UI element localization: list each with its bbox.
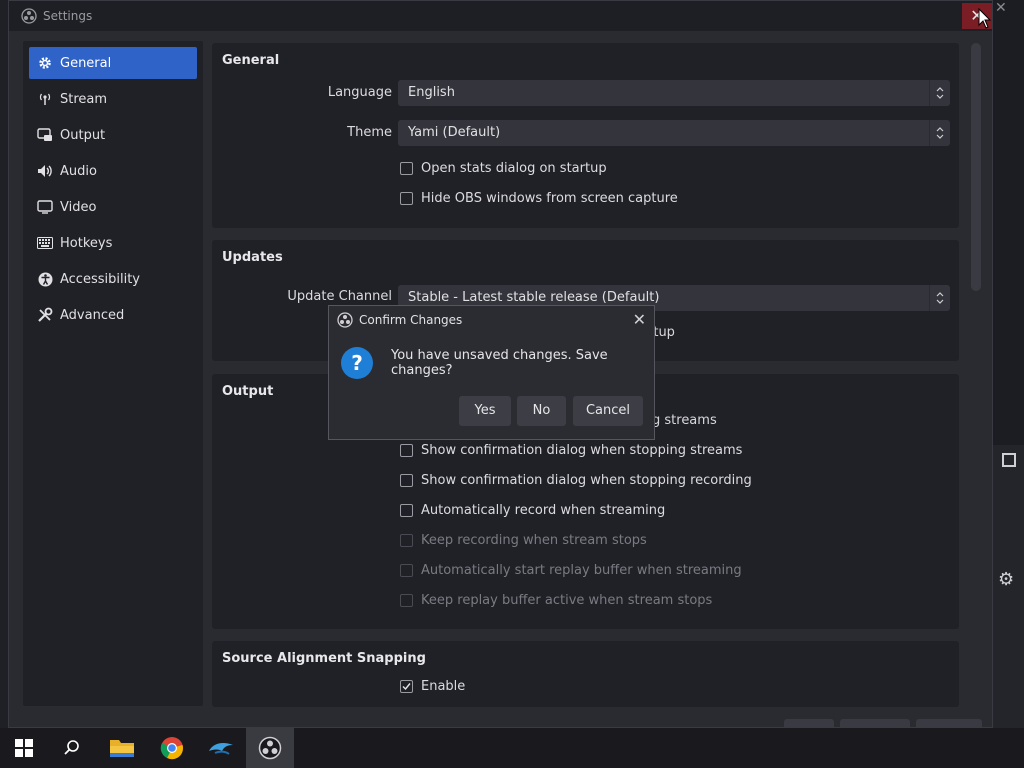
sidebar-item-hotkeys[interactable]: Hotkeys xyxy=(29,227,197,259)
checkbox-box[interactable] xyxy=(400,504,413,517)
sidebar-item-label: Accessibility xyxy=(60,271,140,287)
settings-sidebar: General Stream Output Audio Video Hotkey… xyxy=(23,41,203,706)
sidebar-item-general[interactable]: General xyxy=(29,47,197,79)
speaker-icon xyxy=(37,163,53,179)
output-icon xyxy=(37,127,53,143)
language-value: English xyxy=(408,85,455,100)
accessibility-icon xyxy=(37,271,53,287)
gear-icon xyxy=(37,55,53,71)
background-close-icon: ✕ xyxy=(995,0,1007,16)
taskbar xyxy=(0,728,1024,768)
hide-obs-checkbox[interactable]: Hide OBS windows from screen capture xyxy=(400,191,678,206)
question-icon: ? xyxy=(341,347,373,379)
checkmark-icon xyxy=(402,683,411,691)
keyboard-icon xyxy=(37,235,53,251)
general-section: General Language English Theme Yami (Def… xyxy=(212,43,959,228)
updown-arrow-icon xyxy=(929,120,950,146)
sidebar-item-label: Hotkeys xyxy=(60,235,113,251)
language-label: Language xyxy=(327,85,392,100)
no-button[interactable]: No xyxy=(517,396,566,426)
partially-hidden-text: g streams xyxy=(652,413,717,428)
background-app-fragment xyxy=(0,0,8,728)
checkbox-label: Show confirmation dialog when stopping s… xyxy=(421,443,743,458)
dialog-close-button[interactable]: ✕ xyxy=(633,310,646,329)
updown-arrow-icon xyxy=(929,285,950,311)
gear-icon[interactable]: ⚙ xyxy=(998,569,1014,590)
obs-logo-icon xyxy=(337,312,353,328)
theme-label: Theme xyxy=(347,125,392,140)
dolphin-icon[interactable] xyxy=(197,728,245,768)
window-title: Settings xyxy=(43,9,93,23)
sidebar-item-output[interactable]: Output xyxy=(29,119,197,151)
open-stats-checkbox[interactable]: Open stats dialog on startup xyxy=(400,161,607,176)
search-icon[interactable] xyxy=(48,728,96,768)
checkbox-box[interactable] xyxy=(400,162,413,175)
checkbox-box[interactable] xyxy=(400,474,413,487)
update-channel-label: Update Channel xyxy=(287,289,392,304)
sidebar-item-stream[interactable]: Stream xyxy=(29,83,197,115)
sidebar-item-video[interactable]: Video xyxy=(29,191,197,223)
checkbox-box xyxy=(400,564,413,577)
snapping-section: Source Alignment Snapping Enable xyxy=(212,641,959,707)
section-title: General xyxy=(222,53,280,68)
confirm-stop-streams-checkbox[interactable]: Show confirmation dialog when stopping s… xyxy=(400,443,742,458)
tools-icon xyxy=(37,307,53,323)
checkbox-box[interactable] xyxy=(400,680,413,693)
window-layout-icon[interactable] xyxy=(1002,453,1016,467)
checkbox-box xyxy=(400,594,413,607)
section-title: Output xyxy=(222,384,274,399)
checkbox-label: Enable xyxy=(421,679,466,694)
checkbox-box xyxy=(400,534,413,547)
confirm-stop-recording-checkbox[interactable]: Show confirmation dialog when stopping r… xyxy=(400,473,752,488)
dialog-message: You have unsaved changes. Save changes? xyxy=(391,348,608,378)
snapping-enable-checkbox[interactable]: Enable xyxy=(400,679,465,694)
yes-button[interactable]: Yes xyxy=(459,396,511,426)
confirm-changes-dialog: Confirm Changes ✕ ? You have unsaved cha… xyxy=(328,305,655,440)
sidebar-item-label: Video xyxy=(60,199,97,215)
auto-replay-buffer-checkbox: Automatically start replay buffer when s… xyxy=(400,563,742,578)
checkbox-label: Automatically record when streaming xyxy=(421,503,666,518)
sidebar-item-label: Audio xyxy=(60,163,97,179)
auto-record-checkbox[interactable]: Automatically record when streaming xyxy=(400,503,665,518)
sidebar-item-label: Stream xyxy=(60,91,108,107)
broadcast-icon xyxy=(37,91,53,107)
checkbox-label: Show confirmation dialog when stopping r… xyxy=(421,473,752,488)
sidebar-item-label: Advanced xyxy=(60,307,125,323)
mouse-cursor-icon xyxy=(978,8,992,29)
dialog-title: Confirm Changes xyxy=(359,313,463,327)
checkbox-box[interactable] xyxy=(400,444,413,457)
sidebar-item-label: General xyxy=(60,55,112,71)
checkbox-label: Keep recording when stream stops xyxy=(421,533,647,548)
checkbox-box[interactable] xyxy=(400,192,413,205)
checkbox-label: Keep replay buffer active when stream st… xyxy=(421,593,713,608)
theme-select[interactable]: Yami (Default) xyxy=(398,120,950,146)
updown-arrow-icon xyxy=(929,80,950,106)
sidebar-item-accessibility[interactable]: Accessibility xyxy=(29,263,197,295)
background-right-panel: ⚙ xyxy=(993,445,1024,728)
obs-logo-icon xyxy=(21,8,37,24)
keep-replay-buffer-checkbox: Keep replay buffer active when stream st… xyxy=(400,593,712,608)
section-title: Source Alignment Snapping xyxy=(222,651,426,666)
sidebar-item-audio[interactable]: Audio xyxy=(29,155,197,187)
cancel-button[interactable]: Cancel xyxy=(573,396,643,426)
checkbox-label: Open stats dialog on startup xyxy=(421,161,607,176)
windows-start-icon[interactable] xyxy=(0,728,48,768)
obs-taskbar-icon[interactable] xyxy=(246,728,294,768)
update-channel-value: Stable - Latest stable release (Default) xyxy=(408,290,660,305)
sidebar-item-advanced[interactable]: Advanced xyxy=(29,299,197,331)
language-select[interactable]: English xyxy=(398,80,950,106)
checkbox-label: Hide OBS windows from screen capture xyxy=(421,191,678,206)
theme-value: Yami (Default) xyxy=(408,125,501,140)
file-explorer-icon[interactable] xyxy=(98,728,146,768)
section-title: Updates xyxy=(222,250,283,265)
keep-recording-checkbox: Keep recording when stream stops xyxy=(400,533,647,548)
monitor-icon xyxy=(37,199,53,215)
chrome-icon[interactable] xyxy=(148,728,196,768)
title-bar: Settings ✕ xyxy=(9,1,992,31)
sidebar-item-label: Output xyxy=(60,127,106,143)
settings-scrollbar[interactable] xyxy=(971,43,981,291)
checkbox-label: Automatically start replay buffer when s… xyxy=(421,563,742,578)
